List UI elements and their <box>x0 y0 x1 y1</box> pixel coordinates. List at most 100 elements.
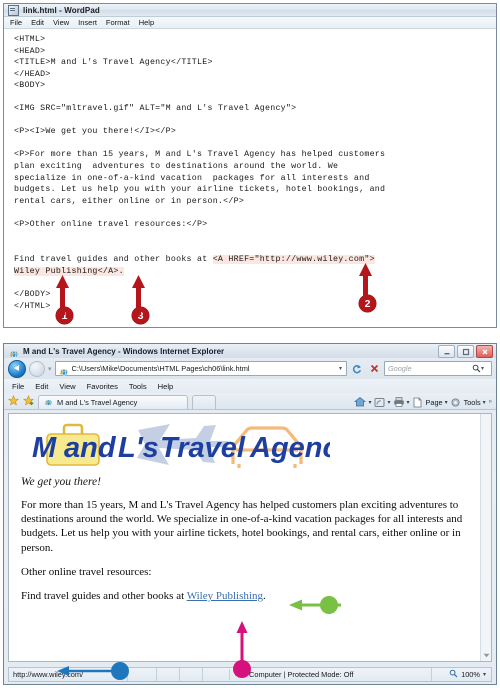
page-paragraph-1: For more than 15 years, M and L's Travel… <box>21 499 463 554</box>
page-favicon-icon <box>59 364 69 376</box>
search-input[interactable]: Google <box>388 364 472 373</box>
address-text: C:\Users\Mike\Documents\HTML Pages\ch06\… <box>71 364 250 373</box>
tools-menu-label[interactable]: Tools <box>464 398 481 407</box>
code-line: <HEAD> <box>14 46 46 56</box>
page-tagline: We get you there! <box>21 476 101 488</box>
code-line: </HEAD> <box>14 69 51 79</box>
page-menu-icon[interactable] <box>412 396 424 408</box>
code-block-tail: </BODY> </HTML> <box>14 289 490 312</box>
code-line: <HTML> <box>14 35 46 44</box>
search-icon[interactable] <box>472 360 481 378</box>
browser-menu-help[interactable]: Help <box>158 382 174 391</box>
command-bar-overflow-icon[interactable]: » <box>489 399 492 405</box>
tab-favicon-icon <box>44 394 53 412</box>
browser-menu-file[interactable]: File <box>12 382 24 391</box>
zoom-level: 100% <box>461 670 480 679</box>
code-line: specialize in one-of-a-kind vacation pac… <box>14 173 370 183</box>
zoom-control[interactable]: 100% ▾ <box>431 668 491 681</box>
logo-word-ls: L's <box>118 432 159 464</box>
internet-explorer-icon <box>9 346 19 358</box>
zoom-dropdown-icon[interactable]: ▾ <box>483 671 486 678</box>
tools-menu-icon[interactable] <box>450 396 462 408</box>
code-line: <P>Other online travel resources:</P> <box>14 219 208 229</box>
link-paragraph-prefix: Find travel guides and other books at <box>21 590 187 603</box>
browser-tab[interactable]: M and L's Travel Agency <box>38 395 188 409</box>
browser-menubar: File Edit View Favorites Tools Help <box>4 379 496 393</box>
browser-menu-favorites[interactable]: Favorites <box>87 382 118 391</box>
page-menu-label[interactable]: Page <box>426 398 443 407</box>
code-line: <BODY> <box>14 81 46 91</box>
callout-arrow-1 <box>56 275 69 315</box>
browser-title: M and L's Travel Agency - Windows Intern… <box>23 346 225 356</box>
browser-navbar: ▾ C:\Users\Mike\Documents\HTML Pages\ch0… <box>4 358 496 379</box>
callout-arrow-3 <box>132 275 145 315</box>
code-block-link: Find travel guides and other books at <A… <box>14 254 490 277</box>
zoom-icon <box>449 669 458 680</box>
code-line: rental cars, either online or in person.… <box>14 196 245 206</box>
search-dropdown-icon[interactable]: ▾ <box>481 365 488 372</box>
favorites-center-icon[interactable] <box>8 395 19 409</box>
wordpad-titlebar: link.html - WordPad <box>4 4 496 17</box>
browser-menu-edit[interactable]: Edit <box>35 382 48 391</box>
page-paragraph-2: Other online travel resources: <box>21 565 152 578</box>
status-spacer-3 <box>179 668 202 681</box>
tools-dropdown-icon[interactable]: ▾ <box>483 399 486 406</box>
annotation-magenta-dot <box>233 660 251 678</box>
code-line: <TITLE>M and L's Travel Agency</TITLE> <box>14 58 213 68</box>
browser-menu-tools[interactable]: Tools <box>129 382 147 391</box>
code-line: budgets. Let us help you with your airli… <box>14 185 386 195</box>
add-to-favorites-icon[interactable] <box>23 395 34 409</box>
page-dropdown-icon[interactable]: ▾ <box>445 399 448 406</box>
browser-tabbar: M and L's Travel Agency ▾ ▾ ▾ Page ▾ Too… <box>4 393 496 410</box>
menu-format[interactable]: Format <box>106 18 130 27</box>
wordpad-icon <box>8 4 19 16</box>
feeds-icon[interactable] <box>374 396 386 408</box>
logo-word-m: M <box>32 432 57 464</box>
new-tab-button[interactable] <box>192 395 216 409</box>
minimize-button[interactable] <box>438 345 455 358</box>
menu-file[interactable]: File <box>10 18 22 27</box>
wordpad-menubar: File Edit View Insert Format Help <box>4 17 496 29</box>
search-box[interactable]: Google ▾ <box>384 361 492 376</box>
print-dropdown-icon[interactable]: ▾ <box>407 399 410 406</box>
browser-titlebar: M and L's Travel Agency - Windows Intern… <box>4 344 496 358</box>
home-dropdown-icon[interactable]: ▾ <box>368 399 371 406</box>
stop-button[interactable] <box>367 361 381 376</box>
logo-word-and: and <box>64 432 117 464</box>
breadcrumb-separator: ▾ <box>48 365 52 373</box>
wordpad-document-area[interactable]: <HTML> <HEAD> <TITLE>M and L's Travel Ag… <box>4 30 496 327</box>
link-line-suffix: . <box>118 266 124 276</box>
address-dropdown-icon[interactable]: ▾ <box>339 365 346 372</box>
home-icon[interactable] <box>354 396 367 408</box>
browser-menu-view[interactable]: View <box>59 382 75 391</box>
maximize-button[interactable] <box>457 345 474 358</box>
scroll-down-icon[interactable] <box>482 652 490 659</box>
window-controls <box>438 345 493 358</box>
feeds-dropdown-icon[interactable]: ▾ <box>388 399 391 406</box>
logo-word-agency: Agency <box>249 432 330 464</box>
wiley-publishing-link[interactable]: Wiley Publishing <box>187 590 263 602</box>
code-line: <IMG SRC="mltravel.gif" ALT="M and L's T… <box>14 104 297 114</box>
security-zone[interactable]: Computer | Protected Mode: Off <box>229 669 431 680</box>
menu-edit[interactable]: Edit <box>31 18 44 27</box>
refresh-button[interactable] <box>350 361 364 376</box>
site-logo-image: M and L's Travel Agency <box>20 422 467 470</box>
link-paragraph-suffix: . <box>262 590 266 603</box>
menu-view[interactable]: View <box>53 18 69 27</box>
code-line: <P><I>We get you there!</I></P> <box>14 127 177 137</box>
annotation-blue-dot <box>111 662 129 680</box>
callout-arrow-2 <box>359 263 372 299</box>
menu-help[interactable]: Help <box>139 18 154 27</box>
address-bar[interactable]: C:\Users\Mike\Documents\HTML Pages\ch06\… <box>54 361 347 376</box>
link-line-prefix: Find travel guides and other books at <box>14 255 213 264</box>
annotation-green-dot <box>320 596 338 614</box>
status-spacer-1 <box>127 668 156 681</box>
close-button[interactable] <box>476 345 493 358</box>
print-icon[interactable] <box>393 396 405 408</box>
menu-insert[interactable]: Insert <box>78 18 97 27</box>
vertical-scrollbar[interactable] <box>480 414 491 661</box>
command-bar: ▾ ▾ ▾ Page ▾ Tools ▾ » <box>354 396 492 408</box>
back-button[interactable] <box>8 359 26 378</box>
forward-button[interactable] <box>29 360 45 377</box>
code-line: plan exciting adventures to destinations… <box>14 162 339 172</box>
